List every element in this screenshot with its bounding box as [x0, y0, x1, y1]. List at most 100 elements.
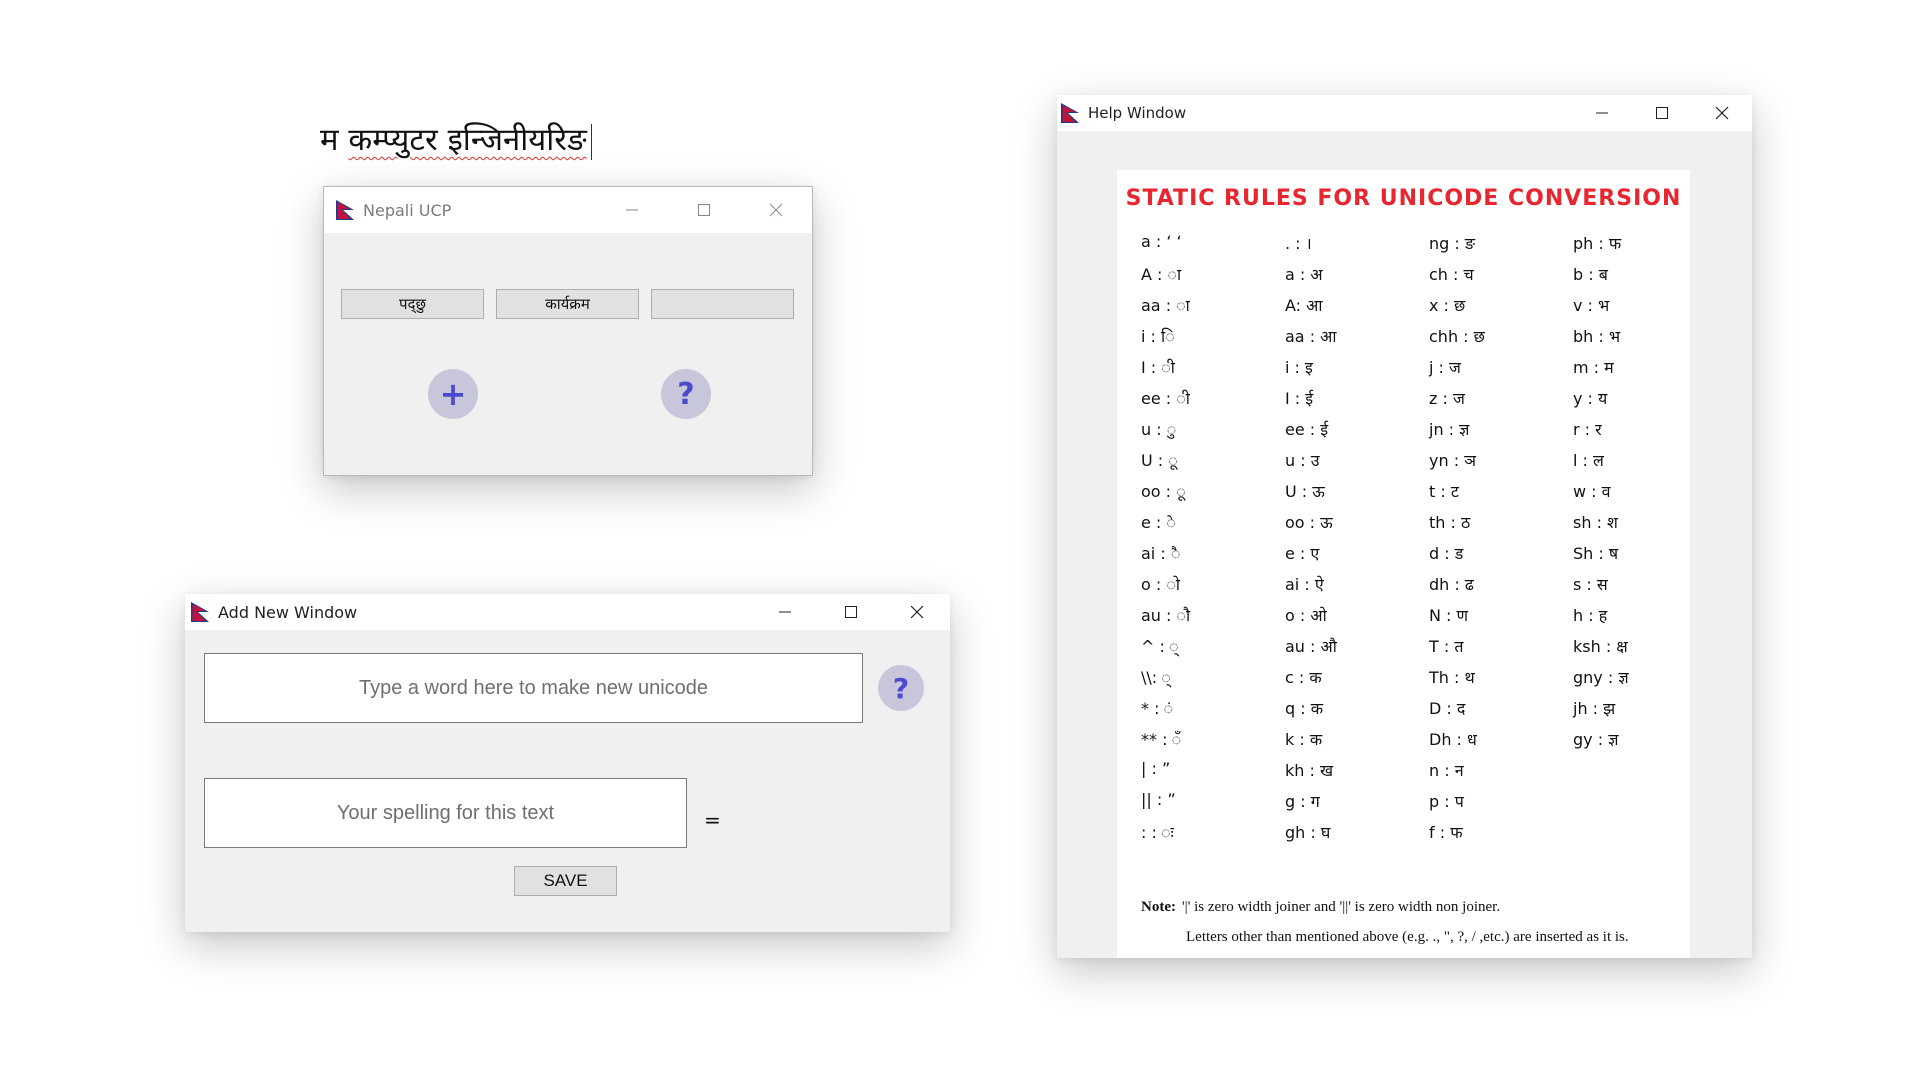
rule-item: p : प — [1429, 792, 1464, 811]
rule-item: k : क — [1285, 730, 1323, 749]
rule-item: b : ब — [1573, 265, 1608, 284]
rules-column-4: ph : फ b : ब v : भ bh : भ m : म y : य r : र l :… — [1573, 232, 1629, 759]
rule-item: g : ग — [1285, 792, 1320, 811]
rule-item: Th : थ — [1429, 668, 1475, 687]
rule-item: N : ण — [1429, 606, 1469, 625]
rule-item: : : ः — [1141, 823, 1174, 842]
rule-item: w : व — [1573, 482, 1611, 501]
note-line-2: Letters other than mentioned above (e.g.… — [1186, 929, 1629, 945]
rules-column-1: a : ‘ ‘ A : ा aa : ा i : ि I : ी ee : ी u : ु U… — [1141, 232, 1190, 852]
minimize-icon[interactable] — [752, 594, 818, 630]
nepal-flag-icon — [1059, 102, 1081, 124]
add-new-window: Add New Window Type a word here to make … — [185, 594, 950, 932]
minimize-icon[interactable] — [596, 187, 668, 233]
rule-item: ph : फ — [1573, 234, 1622, 253]
rule-item: oo : ू — [1141, 482, 1186, 501]
rule-item: aa : आ — [1285, 327, 1337, 346]
rule-item: I : ई — [1285, 389, 1314, 408]
rule-item: || : ” — [1141, 790, 1176, 809]
rule-item: e : ए — [1285, 544, 1320, 563]
maximize-icon[interactable] — [668, 187, 740, 233]
rule-item: f : फ — [1429, 823, 1463, 842]
blank-button[interactable] — [651, 289, 794, 319]
help-circle-icon[interactable]: ? — [661, 369, 711, 419]
rules-column-2: . : । a : अ A: आ aa : आ i : इ I : ई ee : ई u : … — [1285, 232, 1337, 852]
close-icon[interactable] — [1692, 95, 1752, 131]
rule-item: I : ी — [1141, 358, 1175, 377]
rule-item: dh : ढ — [1429, 575, 1474, 594]
rule-item: q : क — [1285, 699, 1324, 718]
typed-word-2: कम्प्युटर इन्जिनीयरिङ — [348, 122, 587, 158]
rule-item: v : भ — [1573, 296, 1610, 315]
save-button[interactable]: SAVE — [514, 866, 617, 896]
ucp-window-title: Nepali UCP — [363, 200, 452, 220]
word-input[interactable]: Type a word here to make new unicode — [204, 653, 863, 723]
rule-item: th : ठ — [1429, 513, 1471, 532]
rule-item: jn : ज्ञ — [1429, 420, 1470, 439]
program-button[interactable]: कार्यक्रम — [496, 289, 639, 319]
rule-item: ^ : ् — [1141, 637, 1179, 656]
rule-item: ng : ङ — [1429, 234, 1476, 253]
rule-item: x : छ — [1429, 296, 1466, 315]
rule-item: T : त — [1429, 637, 1464, 656]
rule-item: ee : ी — [1141, 389, 1190, 408]
ucp-titlebar[interactable]: Nepali UCP — [324, 187, 812, 233]
equals-sign: = — [704, 808, 721, 832]
rule-item: gh : घ — [1285, 823, 1331, 842]
nepal-flag-icon — [189, 601, 211, 623]
rule-item: Sh : ष — [1573, 544, 1619, 563]
help-window: Help Window STATIC RULES FOR UNICODE CON… — [1057, 95, 1752, 958]
text-caret — [590, 123, 592, 160]
rule-item: a : ‘ ‘ — [1141, 232, 1182, 251]
rule-item: j : ज — [1429, 358, 1461, 377]
rule-item: u : उ — [1285, 451, 1320, 470]
read-button[interactable]: पद्छु — [341, 289, 484, 319]
minimize-icon[interactable] — [1572, 95, 1632, 131]
rule-item: * : ं — [1141, 699, 1174, 718]
add-titlebar[interactable]: Add New Window — [185, 594, 950, 630]
rule-item: ch : च — [1429, 265, 1474, 284]
rule-item: z : ज — [1429, 389, 1465, 408]
rule-item: e : े — [1141, 513, 1176, 532]
rule-item: o : ओ — [1285, 606, 1327, 625]
rule-item: aa : ा — [1141, 296, 1190, 315]
rule-item: bh : भ — [1573, 327, 1621, 346]
rule-item: ee : ई — [1285, 420, 1329, 439]
nepali-ucp-window: Nepali UCP पद्छु कार्यक्रम + ? — [323, 186, 813, 476]
rule-item: d : ड — [1429, 544, 1464, 563]
rule-item: u : ु — [1141, 420, 1177, 439]
note-text-1: '|' is zero width joiner and '||' is zer… — [1181, 899, 1501, 915]
rule-item: t : ट — [1429, 482, 1459, 501]
rule-item: n : न — [1429, 761, 1464, 780]
note-label: Note: — [1141, 899, 1176, 915]
help-circle-icon[interactable]: ? — [878, 665, 924, 711]
help-window-title: Help Window — [1088, 104, 1187, 122]
rules-heading: STATIC RULES FOR UNICODE CONVERSION — [1125, 186, 1682, 211]
rule-item: D : द — [1429, 699, 1466, 718]
note-line-1: Note: '|' is zero width joiner and '||' i… — [1141, 899, 1500, 916]
rule-item: yn : ञ — [1429, 451, 1477, 470]
close-icon[interactable] — [740, 187, 812, 233]
maximize-icon[interactable] — [818, 594, 884, 630]
help-titlebar[interactable]: Help Window — [1057, 95, 1752, 131]
rule-item: h : ह — [1573, 606, 1608, 625]
add-circle-icon[interactable]: + — [428, 369, 478, 419]
maximize-icon[interactable] — [1632, 95, 1692, 131]
rules-card: STATIC RULES FOR UNICODE CONVERSION a : … — [1117, 170, 1690, 958]
rule-item: gy : ज्ञ — [1573, 730, 1619, 749]
rule-item: kh : ख — [1285, 761, 1334, 780]
rule-item: o : ो — [1141, 575, 1180, 594]
rule-item: jh : झ — [1573, 699, 1616, 718]
rule-item: oo : ऊ — [1285, 513, 1333, 532]
rules-column-3: ng : ङ ch : च x : छ chh : छ j : ज z : ज jn : ज… — [1429, 232, 1485, 852]
rule-item: r : र — [1573, 420, 1602, 439]
rule-item: ai : ै — [1141, 544, 1181, 563]
spelling-input[interactable]: Your spelling for this text — [204, 778, 687, 848]
rule-item: a : अ — [1285, 265, 1323, 284]
rule-item: i : इ — [1285, 358, 1313, 377]
rule-item: ai : ऐ — [1285, 575, 1324, 594]
rule-item: ksh : क्ष — [1573, 637, 1628, 656]
close-icon[interactable] — [884, 594, 950, 630]
rule-item: s : स — [1573, 575, 1608, 594]
add-window-title: Add New Window — [218, 602, 358, 622]
